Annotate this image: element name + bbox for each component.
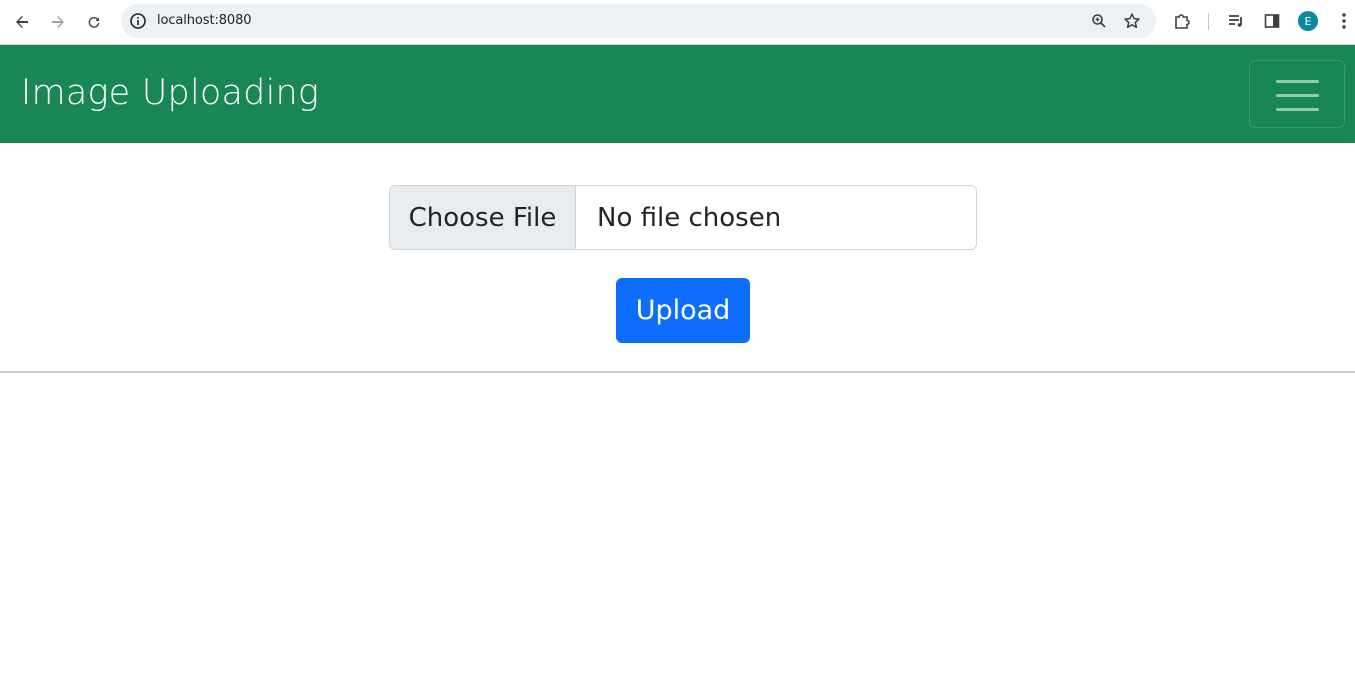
site-info-icon[interactable] [129,12,147,30]
bookmark-star-icon[interactable] [1122,11,1142,31]
hamburger-icon [1276,108,1319,111]
browser-toolbar: localhost:8080 E [0,0,1355,45]
menu-kebab-icon[interactable] [1333,10,1355,32]
horizontal-rule [0,371,1355,373]
hamburger-icon [1276,94,1319,97]
navbar-toggler-button[interactable] [1249,60,1345,128]
choose-file-button[interactable]: Choose File [390,186,576,249]
address-bar[interactable]: localhost:8080 [121,4,1156,38]
reload-icon[interactable] [80,8,108,36]
forward-icon[interactable] [44,8,72,36]
back-icon[interactable] [8,8,36,36]
extensions-icon[interactable] [1171,10,1193,32]
hamburger-icon [1276,80,1319,83]
profile-avatar[interactable]: E [1298,11,1318,31]
reading-list-icon[interactable] [1225,10,1247,32]
url-text[interactable]: localhost:8080 [157,13,252,28]
toolbar-divider [1208,13,1209,30]
file-input[interactable]: Choose File No file chosen [389,185,977,250]
file-status-text: No file chosen [597,202,782,233]
navbar-brand[interactable]: Image Uploading [21,73,319,113]
navbar: Image Uploading [0,45,1355,143]
zoom-icon[interactable] [1089,11,1109,31]
side-panel-icon[interactable] [1261,10,1283,32]
upload-button[interactable]: Upload [616,278,750,343]
